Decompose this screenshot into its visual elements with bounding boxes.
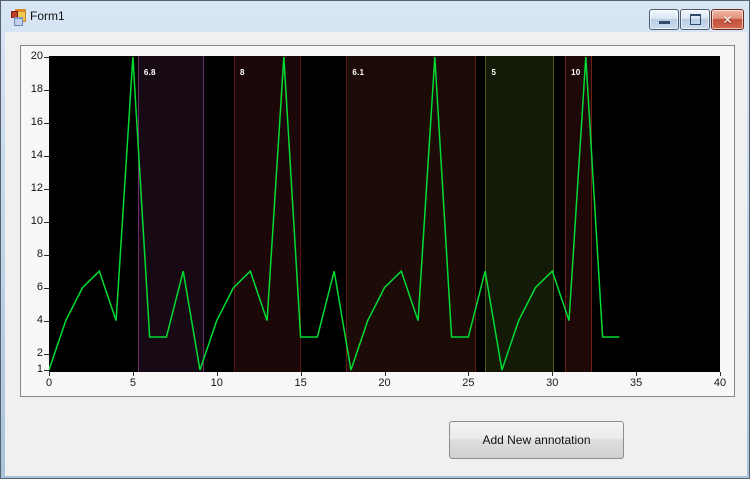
close-button[interactable]: ✕ — [711, 9, 744, 30]
minimize-icon — [658, 21, 670, 24]
x-tick-mark — [720, 372, 721, 376]
y-tick-label: 18 — [30, 82, 43, 95]
y-tick-mark — [44, 221, 49, 223]
y-tick-label: 2 — [36, 346, 43, 359]
minimize-button[interactable] — [649, 9, 679, 30]
form-icon[interactable] — [11, 9, 26, 26]
y-tick-mark — [44, 57, 49, 58]
y-tick-label: 20 — [30, 50, 43, 62]
form-client-area: 6.8 8 6.1 5 10 0 5 10 15 20 25 30 35 40 20 18 16 14 12 10 8… — [5, 32, 747, 476]
title-bar[interactable]: Form1 — [2, 1, 748, 31]
y-tick-mark — [44, 287, 49, 289]
x-tick-label: 40 — [713, 377, 727, 389]
y-tick-label: 6 — [36, 280, 43, 293]
y-tick-mark — [44, 254, 49, 256]
plot-area: 6.8 8 6.1 5 10 — [49, 56, 720, 372]
y-tick-mark — [44, 89, 49, 91]
x-tick-mark — [468, 372, 470, 376]
y-tick-mark — [44, 320, 49, 322]
x-tick-label: 20 — [378, 377, 391, 389]
x-tick-mark — [552, 372, 554, 376]
x-tick-mark — [216, 372, 218, 376]
y-tick-label: 4 — [36, 313, 43, 326]
x-tick-label: 10 — [210, 377, 223, 389]
y-tick-label: 10 — [30, 214, 43, 227]
y-tick-mark — [44, 353, 49, 355]
maximize-button[interactable] — [680, 9, 710, 30]
window-title: Form1 — [30, 9, 65, 23]
maximize-icon — [689, 14, 701, 25]
x-tick-mark — [49, 372, 50, 376]
x-tick-label: 15 — [294, 377, 307, 389]
y-tick-mark — [44, 188, 49, 190]
window: { "window": { "title": "Form1" }, "chart… — [0, 0, 750, 479]
y-tick-mark — [44, 155, 49, 157]
x-tick-label: 0 — [45, 377, 53, 389]
y-tick-label: 12 — [30, 181, 43, 194]
y-tick-mark — [44, 122, 49, 124]
close-icon: ✕ — [722, 12, 733, 27]
x-tick-label: 5 — [129, 377, 136, 389]
add-new-annotation-button[interactable]: Add New annotation — [449, 421, 624, 459]
chart: 6.8 8 6.1 5 10 0 5 10 15 20 25 30 35 40 20 18 16 14 12 10 8… — [20, 45, 735, 397]
series-line — [49, 56, 620, 371]
y-tick-mark — [44, 370, 49, 371]
y-tick-label: 8 — [36, 247, 43, 260]
x-tick-mark — [384, 372, 386, 376]
x-tick-mark — [300, 372, 302, 376]
x-tick-label: 35 — [630, 377, 643, 389]
x-tick-label: 25 — [462, 377, 475, 389]
x-tick-mark — [636, 372, 638, 376]
x-tick-label: 30 — [546, 377, 559, 389]
y-tick-label: 1 — [36, 363, 43, 375]
y-tick-label: 14 — [30, 148, 43, 161]
x-tick-mark — [132, 372, 134, 376]
form-icon-front-window — [14, 17, 23, 26]
y-tick-label: 16 — [30, 115, 43, 128]
